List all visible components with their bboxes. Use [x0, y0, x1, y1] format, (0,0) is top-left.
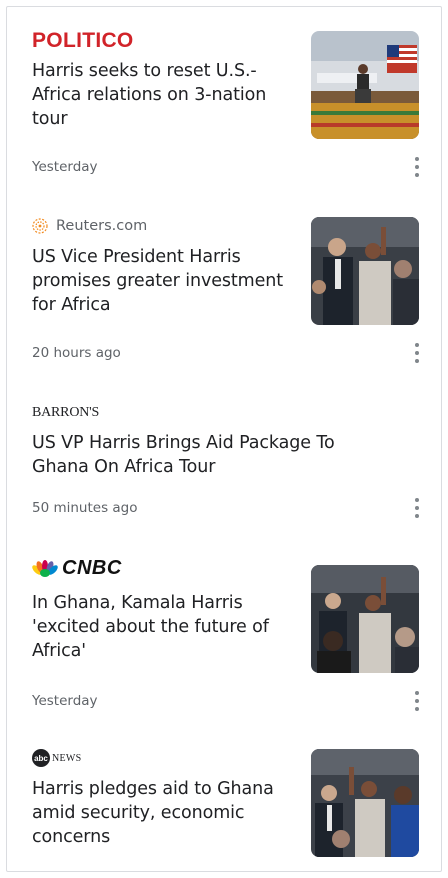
cnbc-peacock-icon [32, 559, 58, 577]
source-name: CNBC [62, 557, 122, 579]
source-logo-politico: POLITICO [32, 29, 134, 53]
article-card-barrons[interactable]: BARRON'S US VP Harris Brings Aid Package… [7, 379, 441, 533]
article-thumbnail[interactable] [311, 565, 419, 673]
more-options-icon[interactable] [413, 343, 421, 363]
source-logo-abc-news: abc NEWS [32, 749, 82, 767]
source-name: NEWS [52, 752, 82, 764]
more-options-icon[interactable] [413, 157, 421, 177]
source-name: BARRON'S [32, 405, 100, 420]
more-options-icon[interactable] [413, 691, 421, 711]
article-card-abc-news[interactable]: abc NEWS Harris pledges aid to Ghana ami… [7, 719, 441, 873]
news-feed: POLITICO Harris seeks to reset U.S.-Afri… [6, 6, 442, 872]
crowd-photo-image [311, 749, 419, 857]
article-thumbnail[interactable] [311, 749, 419, 857]
source-name: Reuters.com [56, 218, 148, 234]
article-card-cnbc[interactable]: CNBC In Ghana, Kamala Harris 'excited ab… [7, 533, 441, 719]
article-card-politico[interactable]: POLITICO Harris seeks to reset U.S.-Afri… [7, 7, 441, 193]
article-thumbnail[interactable] [311, 217, 419, 325]
source-logo-cnbc: CNBC [32, 557, 122, 580]
article-headline[interactable]: Harris pledges aid to Ghana amid securit… [32, 777, 302, 849]
abc-logo-icon: abc [32, 749, 50, 767]
article-headline[interactable]: US VP Harris Brings Aid Package To Ghana… [32, 431, 372, 479]
crowd-photo-image [311, 565, 419, 673]
crowd-photo-image [311, 217, 419, 325]
source-name: POLITICO [32, 29, 134, 52]
article-timestamp: 20 hours ago [32, 345, 121, 361]
source-logo-reuters: Reuters.com [32, 218, 147, 234]
article-headline[interactable]: Harris seeks to reset U.S.-Africa relati… [32, 59, 302, 131]
article-thumbnail[interactable] [311, 31, 419, 139]
reuters-icon [32, 218, 48, 234]
article-headline[interactable]: US Vice President Harris promises greate… [32, 245, 302, 317]
more-options-icon[interactable] [413, 498, 421, 518]
article-timestamp: 50 minutes ago [32, 500, 138, 516]
article-timestamp: Yesterday [32, 693, 98, 709]
article-timestamp: Yesterday [32, 159, 98, 175]
article-card-reuters[interactable]: Reuters.com US Vice President Harris pro… [7, 193, 441, 379]
podium-photo-image [311, 31, 419, 139]
article-headline[interactable]: In Ghana, Kamala Harris 'excited about t… [32, 591, 302, 663]
source-logo-barrons: BARRON'S [32, 405, 99, 421]
